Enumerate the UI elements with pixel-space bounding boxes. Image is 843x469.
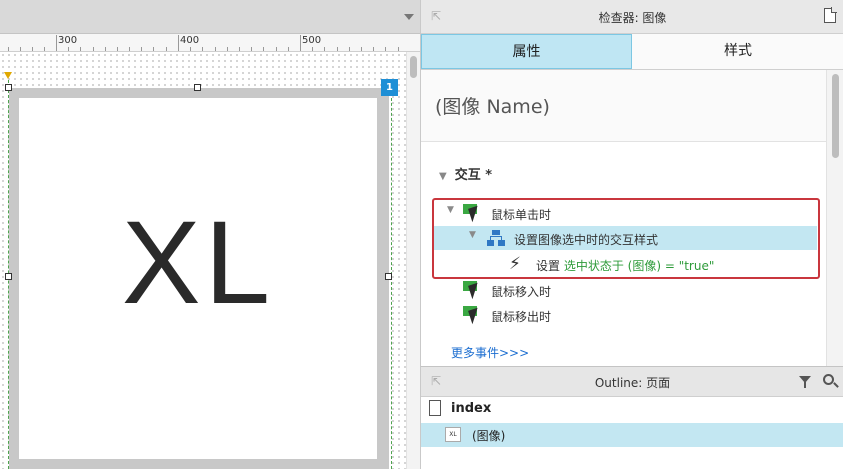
event-mouse-leave-row[interactable]: 鼠标移出时 xyxy=(421,303,821,327)
ruler-tick xyxy=(117,47,118,51)
ruler-tick xyxy=(166,47,167,51)
mouse-cursor-icon xyxy=(463,306,483,325)
scrollbar-thumb[interactable] xyxy=(832,74,839,158)
ruler-tick xyxy=(276,47,277,51)
outline-header: ⇱ Outline: 页面 xyxy=(421,367,843,397)
ruler-mark-400: 400 xyxy=(180,35,200,46)
ruler-tick xyxy=(202,47,203,51)
ruler-mark-500: 500 xyxy=(302,35,322,46)
ruler-tick xyxy=(385,47,386,51)
resize-handle-top-left[interactable] xyxy=(5,84,12,91)
page-icon[interactable] xyxy=(824,7,837,23)
ruler-tick xyxy=(44,47,45,51)
ruler-tick xyxy=(32,47,33,51)
image-thumbnail-icon: XL xyxy=(445,427,461,442)
ruler-tick xyxy=(263,47,264,51)
chevron-down-icon[interactable] xyxy=(404,14,414,20)
outline-page-label: index xyxy=(451,401,492,416)
ruler-tick xyxy=(153,47,154,51)
tab-style[interactable]: 样式 xyxy=(632,34,843,69)
outline-image-item[interactable]: XL (图像) xyxy=(421,423,843,447)
ruler-tick xyxy=(178,35,179,51)
event-mouse-enter-label: 鼠标移入时 xyxy=(491,285,552,299)
outline-image-label: (图像) xyxy=(472,429,506,443)
event-mouse-leave-label: 鼠标移出时 xyxy=(491,310,552,324)
triangle-down-icon[interactable]: ▼ xyxy=(439,171,447,182)
design-canvas[interactable]: 300 400 500 XL 1 xyxy=(0,0,420,469)
page-icon xyxy=(429,400,441,416)
ruler-tick xyxy=(141,47,142,51)
widget-name-area: (图像 Name) xyxy=(421,70,827,142)
outline-page-item[interactable]: index xyxy=(421,397,843,421)
ruler-tick xyxy=(215,47,216,51)
filter-icon[interactable] xyxy=(799,376,811,388)
ruler-tick xyxy=(129,47,130,51)
interactions-section-label: 交互 * xyxy=(454,168,493,183)
ruler-tick xyxy=(324,47,325,51)
ruler-tick xyxy=(20,47,21,51)
ruler-tick xyxy=(8,47,9,51)
resize-handle-right[interactable] xyxy=(385,273,392,280)
image-widget-text: XL xyxy=(121,197,275,329)
interaction-count-badge[interactable]: 1 xyxy=(381,79,398,96)
anchor-marker-icon xyxy=(4,72,12,79)
image-widget-content: XL xyxy=(19,98,377,459)
widget-name-field[interactable]: (图像 Name) xyxy=(435,92,550,119)
mouse-cursor-icon xyxy=(463,281,483,300)
inspector-panel: ⇱ 检查器: 图像 属性 样式 (图像 Name) ▼ 交互 * ▼ 鼠标单击时 … xyxy=(420,0,843,366)
outline-panel: ⇱ Outline: 页面 index XL (图像) xyxy=(420,366,843,469)
event-mouse-enter-row[interactable]: 鼠标移入时 xyxy=(421,278,821,302)
ruler-tick xyxy=(349,47,350,51)
ruler-tick xyxy=(56,35,57,51)
more-events-link[interactable]: 更多事件>>> xyxy=(451,344,529,361)
resize-handle-left[interactable] xyxy=(5,273,12,280)
inspector-scrollbar[interactable] xyxy=(826,70,843,366)
inspector-tabs: 属性 样式 xyxy=(421,34,843,70)
ruler-tick xyxy=(190,47,191,51)
ruler-tick xyxy=(239,47,240,51)
ruler-tick xyxy=(300,35,301,51)
ruler-tick xyxy=(227,47,228,51)
image-widget[interactable]: XL xyxy=(9,88,389,469)
ruler-tick xyxy=(80,47,81,51)
ruler-tick xyxy=(93,47,94,51)
highlight-annotation-box xyxy=(432,198,820,279)
ruler-tick xyxy=(361,47,362,51)
resize-handle-top[interactable] xyxy=(194,84,201,91)
ruler-mark-300: 300 xyxy=(58,35,78,46)
ruler-tick xyxy=(68,47,69,51)
outline-title: Outline: 页面 xyxy=(594,376,671,390)
inspector-header: ⇱ 检查器: 图像 xyxy=(421,0,843,34)
inspector-title: 检查器: 图像 xyxy=(598,11,667,25)
interactions-section-header[interactable]: ▼ 交互 * xyxy=(439,164,492,183)
scrollbar-thumb[interactable] xyxy=(410,56,417,78)
canvas-toolbar xyxy=(0,0,420,34)
canvas-scrollbar[interactable] xyxy=(406,52,420,469)
search-icon[interactable] xyxy=(823,374,834,385)
ruler-tick xyxy=(373,47,374,51)
horizontal-ruler: 300 400 500 xyxy=(0,34,420,52)
ruler-tick xyxy=(105,47,106,51)
ruler-tick xyxy=(288,47,289,51)
ruler-tick xyxy=(398,47,399,51)
ruler-tick xyxy=(337,47,338,51)
ruler-tick xyxy=(251,47,252,51)
ruler-tick xyxy=(312,47,313,51)
tab-properties[interactable]: 属性 xyxy=(421,34,632,69)
